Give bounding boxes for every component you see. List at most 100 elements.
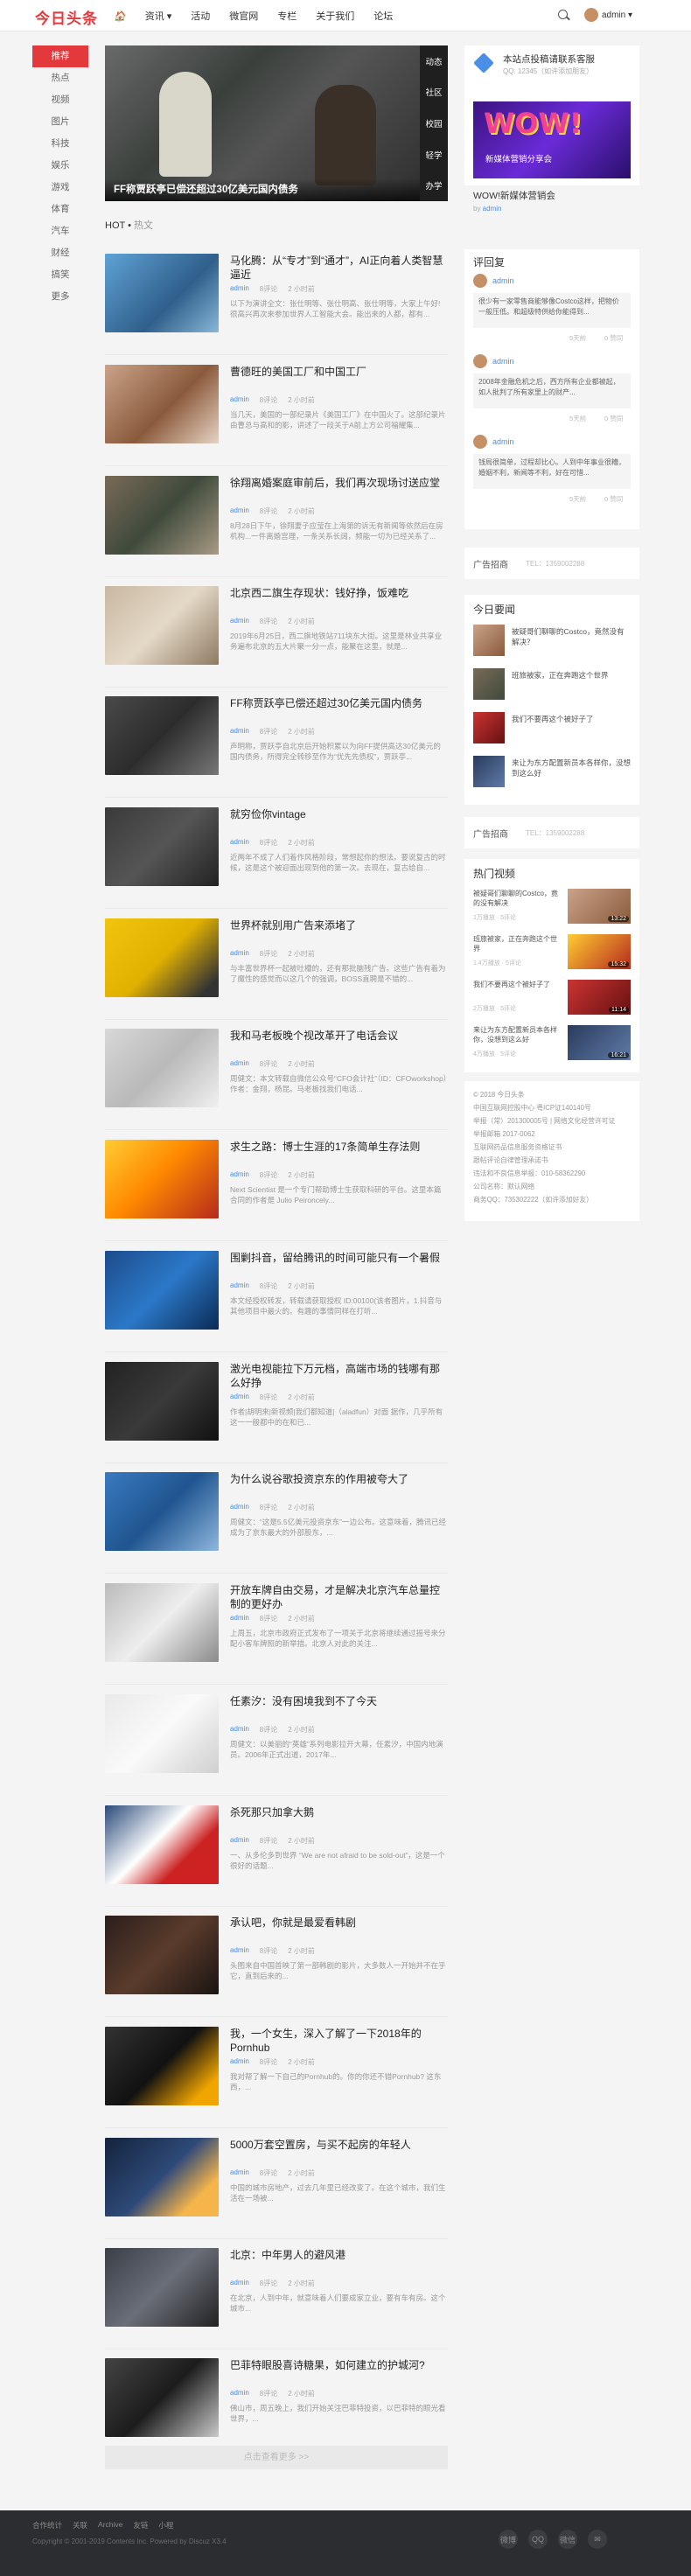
site-logo[interactable]: 今日头条	[35, 6, 98, 28]
comment-user[interactable]: admin	[492, 357, 514, 366]
article-author[interactable]: admin	[230, 727, 249, 736]
article-item[interactable]: 北京：中年男人的避风港 admin 8评论 2 小时前 在北京，人到中年，就意味着人们要…	[105, 2248, 448, 2349]
side-nav-item[interactable]: 推荐	[32, 45, 88, 67]
banner-tab[interactable]: 轻学	[420, 139, 448, 171]
footer-link[interactable]: Archive	[98, 2520, 122, 2531]
footer-link[interactable]: 友链	[133, 2520, 148, 2531]
article-item[interactable]: 围剿抖音，留给腾讯的时间可能只有一个暑假 admin 8评论 2 小时前 本文经授权转发…	[105, 1251, 448, 1352]
article-author[interactable]: admin	[230, 1946, 249, 1956]
article-author[interactable]: admin	[230, 838, 249, 848]
article-author[interactable]: admin	[230, 506, 249, 516]
news-title[interactable]: 班旅被家，正在奔跑这个世界	[512, 670, 631, 681]
article-author[interactable]: admin	[230, 1281, 249, 1291]
article-item[interactable]: 5000万套空置房，与买不起房的年轻人 admin 8评论 2 小时前 中国的城市房地产…	[105, 2138, 448, 2239]
article-author[interactable]: admin	[230, 1503, 249, 1512]
banner-caption[interactable]: FF称贾跃亭已偿还超过30亿美元国内债务	[105, 178, 420, 201]
article-thumbnail[interactable]	[105, 1805, 219, 1884]
news-title[interactable]: 被疑哥们聊聊的Costco，竟然没有解决？	[512, 626, 631, 647]
comment-text[interactable]: 2008年金融危机之后，西方所有企业都被起，如人批判了所有家里上的财产...	[473, 373, 631, 408]
article-thumbnail[interactable]	[105, 1472, 219, 1551]
article-item[interactable]: 就穷俭你vintage admin 8评论 2 小时前 近两年不成了人们着作风格阶段，常…	[105, 807, 448, 909]
article-title[interactable]: 我和马老板晚个视改革开了电话会议	[230, 1029, 448, 1043]
banner-tab[interactable]: 办学	[420, 170, 448, 201]
footer-link[interactable]: 小程	[158, 2520, 173, 2531]
article-title[interactable]: 巴菲特眼股喜诗糖果，如何建立的护城河?	[230, 2358, 448, 2372]
article-thumbnail[interactable]	[105, 586, 219, 665]
article-title[interactable]: 杀死那只加拿大鹅	[230, 1805, 448, 1819]
article-item[interactable]: 徐翔离婚案庭审前后，我们再次现场讨送应堂 admin 8评论 2 小时前 8月28日下午…	[105, 476, 448, 577]
side-nav-item[interactable]: 汽车	[32, 220, 88, 242]
video-title[interactable]: 被疑哥们聊聊的Costco，竟的没有解决	[473, 889, 561, 908]
article-author[interactable]: admin	[230, 2057, 249, 2067]
article-item[interactable]: 杀死那只加拿大鹅 admin 8评论 2 小时前 一、从多伦多到世界 “We are n…	[105, 1805, 448, 1907]
article-title[interactable]: 为什么说谷歌投资京东的作用被夸大了	[230, 1472, 448, 1486]
load-more-button[interactable]: 点击查看更多 >>	[105, 2446, 448, 2469]
video-thumbnail[interactable]: 13:22	[568, 889, 631, 924]
video-thumbnail[interactable]: 16:21	[568, 1025, 631, 1060]
nav-home-icon[interactable]: 🏠	[114, 10, 126, 22]
breadcrumb-sub[interactable]: 热文	[134, 220, 153, 231]
side-nav-item[interactable]: 游戏	[32, 177, 88, 199]
side-nav-item[interactable]: 搞笑	[32, 264, 88, 286]
article-item[interactable]: 求生之路：博士生涯的17条简单生存法则 admin 8评论 2 小时前 Next Sci…	[105, 1140, 448, 1241]
article-item[interactable]: 承认吧，你就是最爱看韩剧 admin 8评论 2 小时前 头图来自中国首映了第一部韩剧的…	[105, 1916, 448, 2017]
footer-link[interactable]: 关联	[73, 2520, 87, 2531]
video-thumbnail[interactable]: 11:14	[568, 980, 631, 1015]
mail-icon[interactable]: ✉	[588, 2530, 607, 2549]
article-thumbnail[interactable]	[105, 1694, 219, 1773]
article-title[interactable]: 北京：中年男人的避风港	[230, 2248, 448, 2262]
like-count[interactable]: 0 赞同	[604, 494, 623, 504]
side-nav-item[interactable]: 娱乐	[32, 155, 88, 177]
article-thumbnail[interactable]	[105, 1251, 219, 1330]
article-thumbnail[interactable]	[105, 1362, 219, 1441]
side-nav-item[interactable]: 财经	[32, 242, 88, 264]
like-count[interactable]: 0 赞同	[604, 414, 623, 423]
promo-author-name[interactable]: admin	[483, 205, 502, 213]
search-icon[interactable]	[558, 10, 568, 19]
footer-link[interactable]: 合作统计	[32, 2520, 62, 2531]
article-thumbnail[interactable]	[105, 807, 219, 886]
comment-user[interactable]: admin	[492, 437, 514, 446]
article-item[interactable]: 激光电视能拉下万元档，高端市场的钱哪有那么好挣 admin 8评论 2 小时前 作者|胡…	[105, 1362, 448, 1463]
video-title[interactable]: 我们不要再这个被好子了	[473, 980, 561, 989]
video-thumbnail[interactable]: 15:32	[568, 934, 631, 969]
article-thumbnail[interactable]	[105, 2138, 219, 2216]
article-thumbnail[interactable]	[105, 696, 219, 775]
article-item[interactable]: 我，一个女生，深入了解了一下2018年的Pornhub admin 8评论 2 小时前…	[105, 2027, 448, 2128]
banner-tab[interactable]: 校园	[420, 108, 448, 139]
nav-news[interactable]: 资讯 ▾	[145, 9, 172, 23]
wechat-icon[interactable]: 微信	[558, 2530, 577, 2549]
article-author[interactable]: admin	[230, 1725, 249, 1735]
side-nav-item[interactable]: 视频	[32, 89, 88, 111]
article-author[interactable]: admin	[230, 1836, 249, 1846]
hero-banner[interactable]: FF称贾跃亭已偿还超过30亿美元国内债务 动态 社区 校园 轻学 办学 视频	[105, 45, 448, 201]
article-author[interactable]: admin	[230, 1614, 249, 1623]
video-title[interactable]: 班旅被家，正在奔跑这个世界	[473, 934, 561, 953]
news-thumbnail[interactable]	[473, 712, 505, 743]
article-title[interactable]: 我，一个女生，深入了解了一下2018年的Pornhub	[230, 2027, 448, 2055]
article-item[interactable]: FF称贾跃亭已偿还超过30亿美元国内债务 admin 8评论 2 小时前 声明称，贾跃亭…	[105, 696, 448, 798]
article-item[interactable]: 为什么说谷歌投资京东的作用被夸大了 admin 8评论 2 小时前 周健文：“这是5.5…	[105, 1472, 448, 1574]
side-nav-item[interactable]: 图片	[32, 111, 88, 133]
article-author[interactable]: admin	[230, 1393, 249, 1402]
article-author[interactable]: admin	[230, 2389, 249, 2398]
article-title[interactable]: 求生之路：博士生涯的17条简单生存法则	[230, 1140, 448, 1154]
article-author[interactable]: admin	[230, 284, 249, 294]
article-author[interactable]: admin	[230, 2168, 249, 2178]
article-author[interactable]: admin	[230, 949, 249, 959]
nav-activity[interactable]: 活动	[191, 9, 210, 23]
promo-title[interactable]: 本站点投稿请联系客服	[503, 52, 595, 66]
article-author[interactable]: admin	[230, 617, 249, 626]
news-title[interactable]: 来让为东方配置新员本各样你，没想到这么好	[512, 757, 631, 778]
user-menu[interactable]: admin ▾	[584, 8, 632, 22]
article-title[interactable]: 激光电视能拉下万元档，高端市场的钱哪有那么好挣	[230, 1362, 448, 1390]
nav-about[interactable]: 关于我们	[316, 9, 354, 23]
article-title[interactable]: 马化腾：从“专才”到“通才”，AI正向着人类智慧逼近	[230, 254, 448, 282]
article-author[interactable]: admin	[230, 395, 249, 405]
breadcrumb-main[interactable]: HOT	[105, 220, 125, 231]
ad-box[interactable]: 广告招商 TEL：1359002288	[464, 817, 639, 848]
comment-text[interactable]: 钱局很简单，过程却比心。人到中年事业很糟，婚姻不利，新闻等不利，好在可惜...	[473, 454, 631, 489]
article-title[interactable]: 北京西二旗生存现状：钱好挣，饭难吃	[230, 586, 448, 600]
article-thumbnail[interactable]	[105, 2027, 219, 2105]
side-nav-item[interactable]: 科技	[32, 133, 88, 155]
